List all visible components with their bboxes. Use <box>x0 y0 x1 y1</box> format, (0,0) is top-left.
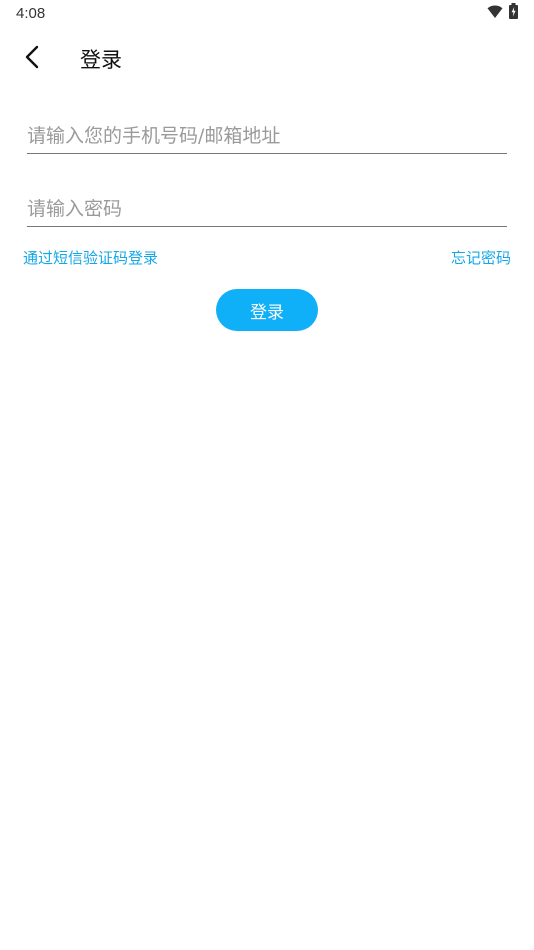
login-button[interactable]: 登录 <box>216 289 318 331</box>
password-field <box>27 186 507 227</box>
status-bar: 4:08 <box>0 0 534 28</box>
wifi-icon <box>487 4 503 23</box>
chevron-left-icon <box>24 45 40 73</box>
back-button[interactable] <box>14 42 50 76</box>
password-input[interactable] <box>27 194 507 224</box>
page-title: 登录 <box>80 48 122 72</box>
status-icons <box>487 3 518 23</box>
sms-login-link[interactable]: 通过短信验证码登录 <box>23 247 158 268</box>
toolbar: 登录 <box>0 36 534 82</box>
account-field <box>27 113 507 154</box>
battery-charging-icon <box>509 3 518 23</box>
account-input[interactable] <box>27 121 507 151</box>
status-time: 4:08 <box>16 5 46 22</box>
forgot-password-link[interactable]: 忘记密码 <box>451 247 511 268</box>
